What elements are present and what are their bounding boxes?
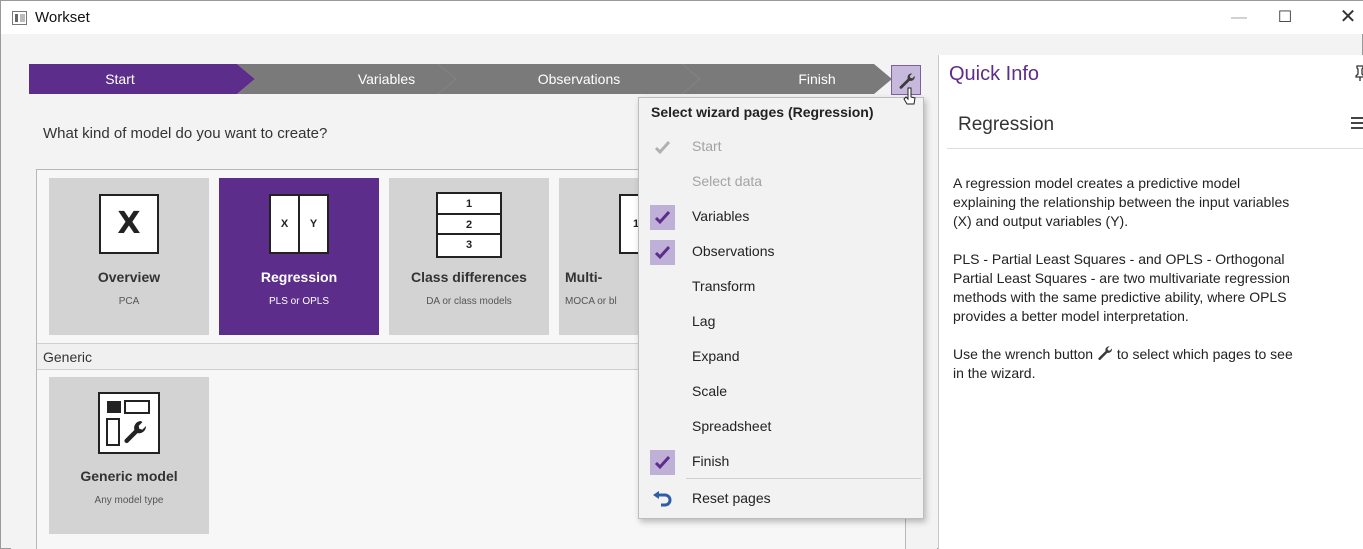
wizard-breadcrumb: Start Variables Observations Finish [29,64,919,94]
multiblock-label: 1 : [633,218,639,230]
menu-item-label: Observations [692,243,775,259]
matrix-label: X [117,206,141,241]
menu-item-label: Spreadsheet [692,418,772,434]
quick-info-divider [947,148,1363,149]
tile-title: Multi- [565,269,603,285]
menu-separator [686,478,921,479]
xy-matrix-icon: X Y [269,194,329,254]
menu-item-label: Variables [692,208,750,224]
check-icon [654,210,671,225]
menu-item-transform[interactable]: Transform [639,270,923,305]
menu-item-observations[interactable]: Observations [639,235,923,270]
menu-item-reset-pages[interactable]: Reset pages [639,482,923,517]
wizard-pages-dropdown: Select wizard pages (Regression) Start S… [638,97,924,519]
class-block-label: 1 [438,194,500,215]
check-icon [654,245,671,260]
menu-item-variables[interactable]: Variables [639,200,923,235]
tile-generic-model[interactable]: Generic model Any model type [49,377,209,534]
generic-model-icon [98,392,160,454]
tile-title: Generic model [80,468,178,484]
menu-item-label: Expand [692,348,740,364]
menu-item-label: Finish [692,453,730,469]
app-icon [12,11,27,25]
wizard-step-label: Finish [798,71,836,87]
wizard-step-observations[interactable]: Observations [438,64,700,94]
menu-item-select-data: Select data [639,165,923,200]
section-label: Generic [43,349,93,365]
menu-item-scale[interactable]: Scale [639,375,923,410]
tile-multiblock[interactable]: 1 : Multi- MOCA or bl [559,178,639,335]
minimize-button[interactable]: — [1217,1,1261,34]
class-blocks-icon: 1 2 3 [436,192,502,258]
wizard-step-start[interactable]: Start [29,64,255,94]
tile-title: Class differences [411,269,527,285]
tile-title: Overview [97,269,161,285]
menu-item-label: Start [692,138,722,154]
menu-item-label: Reset pages [692,490,771,506]
multiblock-icon: 1 : [619,194,639,254]
quick-info-paragraph: PLS - Partial Least Squares - and OPLS -… [953,251,1290,324]
model-type-question: What kind of model do you want to create… [43,125,328,142]
wizard-step-label: Observations [537,71,621,87]
quick-info-text: Use the wrench button [953,346,1097,362]
class-block-label: 3 [465,239,473,252]
workset-window: Workset — ☐ ✕ Start Variables Observatio… [0,0,1363,549]
undo-icon [650,487,675,512]
tile-subtitle: MOCA or bl [565,296,617,307]
quick-info-heading: Regression [958,114,1055,135]
dropdown-header: Select wizard pages (Regression) [651,104,874,120]
check-icon [654,140,671,155]
window-title: Workset [35,9,90,26]
checkbox [650,135,675,160]
menu-item-spreadsheet[interactable]: Spreadsheet [639,410,923,445]
tile-subtitle: PCA [118,296,140,307]
menu-item-label: Transform [692,278,756,294]
wizard-step-label: Start [105,71,135,87]
wrench-icon [1098,346,1112,360]
menu-item-finish[interactable]: Finish [639,445,923,480]
menu-item-label: Scale [692,383,728,399]
menu-item-start: Start [639,130,923,165]
matrix-label-x: X [271,196,300,252]
checkbox[interactable] [650,205,675,230]
close-button[interactable]: ✕ [1326,1,1363,34]
maximize-button[interactable]: ☐ [1263,1,1307,34]
tile-overview[interactable]: X Overview PCA [49,178,209,335]
mouse-cursor-icon [903,87,916,105]
matrix-label-y: Y [309,218,318,230]
quick-info-title: Quick Info [949,63,1040,85]
tile-title: Regression [260,269,338,285]
wizard-step-label: Variables [357,71,416,87]
tile-subtitle: Any model type [94,495,164,506]
title-bar: Workset — ☐ ✕ [1,1,1363,34]
hamburger-menu-icon[interactable] [1351,114,1363,135]
pin-icon[interactable] [1355,65,1363,84]
class-block-label: 2 [438,215,500,236]
x-matrix-icon: X [99,194,159,254]
wizard-step-variables[interactable]: Variables [237,64,456,94]
menu-item-label: Select data [692,173,763,189]
quick-info-paragraph: A regression model creates a predictive … [953,175,1290,229]
tile-regression[interactable]: X Y Regression PLS or OPLS [219,178,379,335]
wizard-step-finish[interactable]: Finish [682,64,892,94]
tile-class-differences[interactable]: 1 2 3 Class differences DA or class mode… [389,178,549,335]
check-icon [654,455,671,470]
checkbox[interactable] [650,450,675,475]
quick-info-body: A regression model creates a predictive … [953,174,1363,402]
quick-info-paragraph: Use the wrench button to select which pa… [953,345,1363,383]
tile-subtitle: PLS or OPLS [268,296,330,307]
checkbox[interactable] [650,240,675,265]
tile-subtitle: DA or class models [426,296,512,307]
menu-item-label: Lag [692,313,716,329]
menu-item-expand[interactable]: Expand [639,340,923,375]
menu-item-lag[interactable]: Lag [639,305,923,340]
